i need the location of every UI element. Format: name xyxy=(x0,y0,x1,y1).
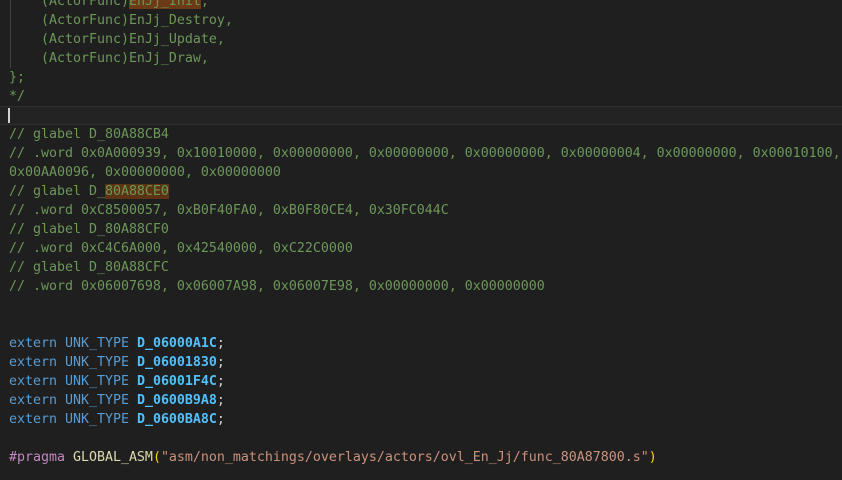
code-token: extern xyxy=(9,336,65,351)
code-token: // .word 0x0A000939, 0x10010000, 0x00000… xyxy=(9,146,841,161)
code-editor[interactable]: (ActorFunc)EnJj_Init, (ActorFunc)EnJj_De… xyxy=(0,0,842,480)
code-line: // .word 0xC4C6A000, 0x42540000, 0xC22C0… xyxy=(0,239,842,258)
code-token: ) xyxy=(649,450,657,465)
code-token: UNK_TYPE xyxy=(65,336,137,351)
code-token: // glabel D_ xyxy=(9,184,105,199)
code-token: */ xyxy=(9,89,25,104)
code-line: #pragma GLOBAL_ASM("asm/non_matchings/ov… xyxy=(0,448,842,467)
code-line: extern UNK_TYPE D_0600BA8C; xyxy=(0,410,842,429)
code-line: extern UNK_TYPE D_06000A1C; xyxy=(0,334,842,353)
code-line: // .word 0x06007698, 0x06007A98, 0x06007… xyxy=(0,277,842,296)
code-token: , xyxy=(201,0,209,9)
text-cursor xyxy=(8,108,10,123)
code-token: // .word 0x06007698, 0x06007A98, 0x06007… xyxy=(9,279,545,294)
code-token: (ActorFunc)EnJj_Update, xyxy=(9,32,225,47)
code-token: D_06001F4C xyxy=(137,374,217,389)
code-token: D_0600BA8C xyxy=(137,412,217,427)
code-line xyxy=(0,429,842,448)
code-token: GLOBAL_ASM xyxy=(73,450,153,465)
code-line: // glabel D_80A88CFC xyxy=(0,258,842,277)
code-line: }; xyxy=(0,68,842,87)
code-line xyxy=(0,296,842,315)
find-match-highlight: 80A88CE0 xyxy=(105,184,169,199)
code-token: extern xyxy=(9,412,65,427)
code-line xyxy=(0,315,842,334)
code-token: UNK_TYPE xyxy=(65,393,137,408)
code-token: 0x00AA0096, 0x00000000, 0x00000000 xyxy=(9,165,281,180)
code-token: // glabel D_80A88CF0 xyxy=(9,222,169,237)
code-token: ; xyxy=(217,374,225,389)
code-token: ( xyxy=(153,450,161,465)
code-lines: (ActorFunc)EnJj_Init, (ActorFunc)EnJj_De… xyxy=(0,0,842,480)
code-token: D_0600B9A8 xyxy=(137,393,217,408)
code-line: // glabel D_80A88CF0 xyxy=(0,220,842,239)
code-token: ; xyxy=(217,412,225,427)
code-token: ; xyxy=(217,355,225,370)
code-line: (ActorFunc)EnJj_Init, xyxy=(0,0,842,11)
code-token: UNK_TYPE xyxy=(65,412,137,427)
code-token: D_06001830 xyxy=(137,355,217,370)
code-line: // .word 0x0A000939, 0x10010000, 0x00000… xyxy=(0,144,842,163)
code-token: UNK_TYPE xyxy=(65,355,137,370)
code-token: (ActorFunc) xyxy=(9,0,129,9)
code-token: #pragma xyxy=(9,450,73,465)
code-line: (ActorFunc)EnJj_Update, xyxy=(0,30,842,49)
code-token: ; xyxy=(217,336,225,351)
code-token: extern xyxy=(9,355,65,370)
code-line: extern UNK_TYPE D_06001830; xyxy=(0,353,842,372)
code-token: // glabel D_80A88CB4 xyxy=(9,127,169,142)
code-token: (ActorFunc)EnJj_Draw, xyxy=(9,51,209,66)
code-line: extern UNK_TYPE D_0600B9A8; xyxy=(0,391,842,410)
current-line-highlight xyxy=(0,106,842,125)
code-line: extern UNK_TYPE D_06001F4C; xyxy=(0,372,842,391)
code-line: // glabel D_80A88CE0 xyxy=(0,182,842,201)
code-token: }; xyxy=(9,70,25,85)
code-line xyxy=(0,467,842,480)
code-token: extern xyxy=(9,374,65,389)
code-token: UNK_TYPE xyxy=(65,374,137,389)
code-line: */ xyxy=(0,87,842,106)
find-match-highlight: EnJj_Init xyxy=(129,0,201,9)
code-line: (ActorFunc)EnJj_Destroy, xyxy=(0,11,842,30)
code-line: (ActorFunc)EnJj_Draw, xyxy=(0,49,842,68)
code-line: // glabel D_80A88CB4 xyxy=(0,125,842,144)
code-token: extern xyxy=(9,393,65,408)
code-token: (ActorFunc)EnJj_Destroy, xyxy=(9,13,233,28)
code-line: // .word 0xC8500057, 0xB0F40FA0, 0xB0F80… xyxy=(0,201,842,220)
code-token: // .word 0xC4C6A000, 0x42540000, 0xC22C0… xyxy=(9,241,353,256)
code-token: ; xyxy=(217,393,225,408)
code-line: 0x00AA0096, 0x00000000, 0x00000000 xyxy=(0,163,842,182)
code-token: "asm/non_matchings/overlays/actors/ovl_E… xyxy=(161,450,649,465)
code-token: D_06000A1C xyxy=(137,336,217,351)
code-token: // .word 0xC8500057, 0xB0F40FA0, 0xB0F80… xyxy=(9,203,449,218)
code-token: // glabel D_80A88CFC xyxy=(9,260,169,275)
